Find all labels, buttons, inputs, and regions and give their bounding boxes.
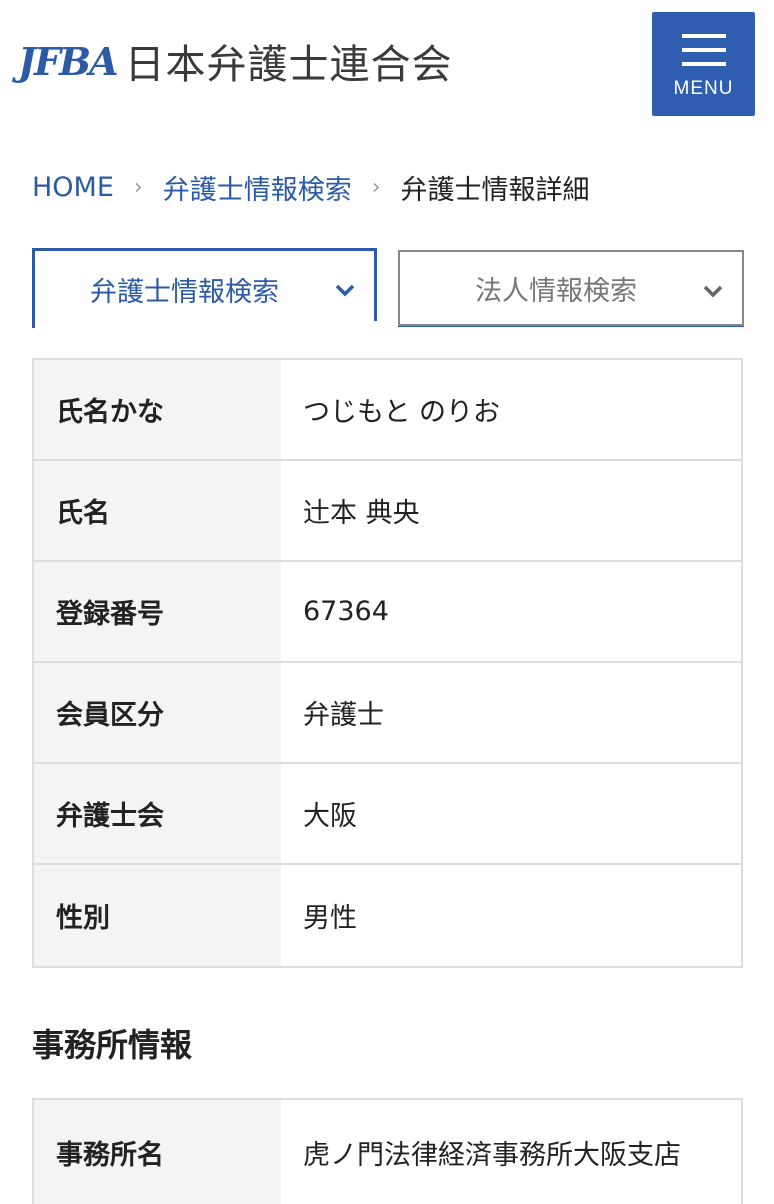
row-value: 虎ノ門法律経済事務所大阪支店 <box>281 1100 741 1204</box>
table-row: 事務所名 虎ノ門法律経済事務所大阪支店 <box>34 1100 741 1204</box>
chevron-right-icon: › <box>133 174 143 200</box>
breadcrumb-current: 弁護士情報詳細 <box>400 174 590 206</box>
row-label: 氏名かな <box>34 360 281 459</box>
table-row: 登録番号 67364 <box>34 562 741 663</box>
tab-corporate-search[interactable]: 法人情報検索 <box>398 250 744 326</box>
row-label: 氏名 <box>34 461 281 560</box>
row-label: 弁護士会 <box>34 764 281 863</box>
row-label: 会員区分 <box>34 663 281 762</box>
row-value: 大阪 <box>281 764 741 863</box>
breadcrumb-home[interactable]: HOME <box>32 172 114 203</box>
office-section-title: 事務所情報 <box>32 1026 193 1064</box>
hamburger-icon <box>681 34 726 76</box>
table-row: 性別 男性 <box>34 865 741 966</box>
row-value: 男性 <box>281 865 741 966</box>
logo-name: 日本弁護士連合会 <box>124 42 453 88</box>
breadcrumb: HOME › 弁護士情報検索 › 弁護士情報詳細 <box>32 165 590 209</box>
row-label: 事務所名 <box>34 1100 281 1204</box>
breadcrumb-lawyer-search[interactable]: 弁護士情報検索 <box>163 168 352 207</box>
row-label: 登録番号 <box>34 562 281 661</box>
table-row: 氏名 辻本 典央 <box>34 461 741 562</box>
site-header: JFBA 日本弁護士連合会 MENU <box>0 0 774 125</box>
chevron-down-icon <box>335 284 355 297</box>
search-tabs: 弁護士情報検索 法人情報検索 <box>32 248 744 328</box>
tab-label: 弁護士情報検索 <box>90 277 279 308</box>
logo-mark: JFBA <box>18 38 119 84</box>
table-row: 氏名かな つじもと のりお <box>34 360 741 461</box>
row-label: 性別 <box>34 865 281 966</box>
tab-lawyer-search[interactable]: 弁護士情報検索 <box>32 248 377 328</box>
chevron-right-icon: › <box>371 174 381 200</box>
table-row: 会員区分 弁護士 <box>34 663 741 764</box>
tab-label: 法人情報検索 <box>475 275 637 307</box>
lawyer-info-table: 氏名かな つじもと のりお 氏名 辻本 典央 登録番号 67364 会員区分 弁… <box>32 358 743 968</box>
row-value: つじもと のりお <box>281 360 741 459</box>
jfba-logo[interactable]: JFBA 日本弁護士連合会 <box>18 30 453 92</box>
chevron-down-icon <box>703 285 723 298</box>
office-info-table: 事務所名 虎ノ門法律経済事務所大阪支店 <box>32 1098 743 1204</box>
row-value: 弁護士 <box>281 663 741 762</box>
menu-button[interactable]: MENU <box>652 12 755 116</box>
menu-label: MENU <box>673 78 734 99</box>
row-value: 67364 <box>281 562 741 661</box>
table-row: 弁護士会 大阪 <box>34 764 741 865</box>
row-value: 辻本 典央 <box>281 461 741 560</box>
